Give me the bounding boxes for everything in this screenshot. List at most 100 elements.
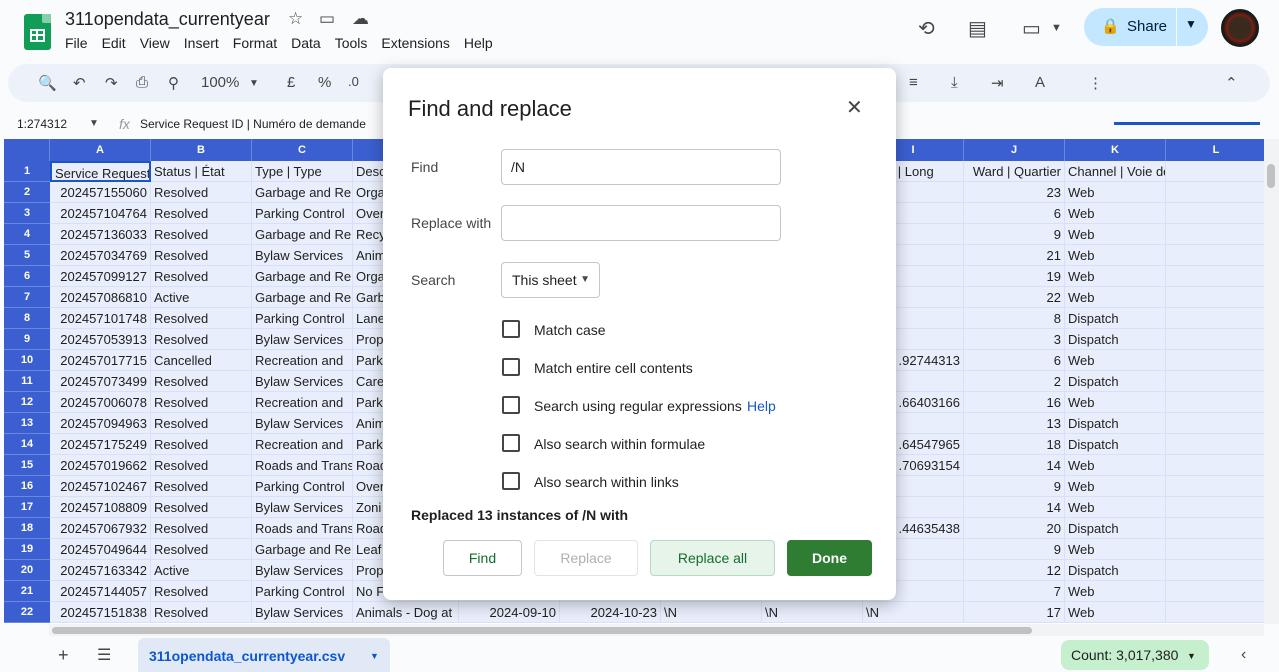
cell[interactable]: Resolved — [151, 203, 252, 224]
cell[interactable]: Resolved — [151, 434, 252, 455]
count-dropdown-icon[interactable]: ▼ — [1187, 651, 1196, 661]
cell[interactable] — [1166, 371, 1266, 392]
name-box-dropdown-icon[interactable]: ▼ — [89, 118, 99, 129]
text-rotation-icon[interactable]: A — [1035, 74, 1045, 91]
cell[interactable]: 22 — [964, 287, 1065, 308]
cell[interactable]: 202457099127 — [50, 266, 151, 287]
cell[interactable] — [1166, 518, 1266, 539]
cell[interactable]: 202457102467 — [50, 476, 151, 497]
column-header[interactable]: J — [964, 139, 1065, 161]
select-all-corner[interactable] — [4, 139, 50, 161]
cell[interactable] — [1166, 434, 1266, 455]
document-title[interactable]: 311opendata_currentyear — [65, 9, 270, 30]
cell[interactable]: 2024-10-23 — [560, 602, 661, 623]
cell[interactable]: Parking Control — [252, 476, 353, 497]
cell[interactable]: 20 — [964, 518, 1065, 539]
cell[interactable]: 16 — [964, 392, 1065, 413]
search-formulae-label[interactable]: Also search within formulae — [534, 436, 705, 452]
sheets-logo-icon[interactable] — [24, 14, 51, 50]
cell[interactable]: Resolved — [151, 182, 252, 203]
print-icon[interactable]: ⎙ — [136, 74, 148, 91]
cell[interactable]: 202457006078 — [50, 392, 151, 413]
cell[interactable]: Web — [1065, 497, 1166, 518]
cell[interactable] — [1166, 161, 1266, 182]
cell[interactable] — [1166, 203, 1266, 224]
replace-button[interactable]: Replace — [534, 540, 638, 576]
menu-insert[interactable]: Insert — [184, 35, 219, 51]
cell[interactable] — [1166, 308, 1266, 329]
currency-format-button[interactable]: £ — [287, 74, 295, 91]
cell[interactable]: 202457151838 — [50, 602, 151, 623]
row-header[interactable]: 10 — [4, 350, 50, 371]
cell[interactable]: 18 — [964, 434, 1065, 455]
cell[interactable] — [1166, 497, 1266, 518]
paint-format-icon[interactable]: ⚲ — [168, 74, 179, 92]
cell[interactable] — [1166, 266, 1266, 287]
column-header[interactable]: B — [151, 139, 252, 161]
cell[interactable]: Dispatch — [1065, 371, 1166, 392]
side-panel-toggle-icon[interactable]: ‹ — [1241, 646, 1246, 664]
cell[interactable]: Status | État — [151, 161, 252, 182]
cell[interactable] — [1166, 476, 1266, 497]
star-icon[interactable]: ☆ — [288, 9, 303, 29]
cell[interactable] — [1166, 392, 1266, 413]
cell[interactable]: Dispatch — [1065, 308, 1166, 329]
cell[interactable]: Bylaw Services — [252, 602, 353, 623]
cell[interactable]: 202457073499 — [50, 371, 151, 392]
cell[interactable]: Garbage and Re — [252, 287, 353, 308]
cell[interactable]: Web — [1065, 287, 1166, 308]
menu-tools[interactable]: Tools — [335, 35, 368, 51]
row-header[interactable]: 7 — [4, 287, 50, 308]
row-header[interactable]: 14 — [4, 434, 50, 455]
cell[interactable]: Web — [1065, 350, 1166, 371]
cell[interactable]: Active — [151, 287, 252, 308]
cell[interactable]: 7 — [964, 581, 1065, 602]
cell[interactable]: Channel | Voie de service — [1065, 161, 1166, 182]
cell[interactable] — [1166, 245, 1266, 266]
cell[interactable]: Bylaw Services — [252, 560, 353, 581]
menu-format[interactable]: Format — [233, 35, 277, 51]
cell[interactable]: Web — [1065, 455, 1166, 476]
cell[interactable]: Web — [1065, 245, 1166, 266]
row-header[interactable]: 5 — [4, 245, 50, 266]
cell[interactable]: 202457155060 — [50, 182, 151, 203]
cell[interactable]: Bylaw Services — [252, 245, 353, 266]
cell[interactable]: Garbage and Re — [252, 539, 353, 560]
cell[interactable]: Web — [1065, 581, 1166, 602]
cell[interactable]: 202457017715 — [50, 350, 151, 371]
all-sheets-icon[interactable]: ☰ — [97, 645, 111, 665]
match-entire-cell-checkbox[interactable] — [502, 358, 520, 376]
cell[interactable]: 8 — [964, 308, 1065, 329]
column-header[interactable]: C — [252, 139, 353, 161]
text-wrap-icon[interactable]: ⇥ — [991, 74, 1004, 92]
column-header[interactable]: A — [50, 139, 151, 161]
menu-help[interactable]: Help — [464, 35, 493, 51]
cell[interactable]: 9 — [964, 539, 1065, 560]
row-header[interactable]: 16 — [4, 476, 50, 497]
sheet-tab-dropdown-icon[interactable]: ▼ — [370, 651, 379, 661]
cell[interactable]: 202457144057 — [50, 581, 151, 602]
menu-file[interactable]: File — [65, 35, 88, 51]
column-header[interactable]: L — [1166, 139, 1266, 161]
cell[interactable]: Resolved — [151, 329, 252, 350]
replace-input[interactable] — [501, 205, 781, 241]
move-folder-icon[interactable]: ▭ — [319, 9, 335, 29]
horizontal-scroll-thumb[interactable] — [52, 627, 1032, 634]
more-options-icon[interactable]: ⋮ — [1088, 74, 1103, 92]
cell[interactable]: Roads and Trans — [252, 455, 353, 476]
cell[interactable]: Web — [1065, 182, 1166, 203]
cell[interactable]: Ward | Quartier — [964, 161, 1065, 182]
cell[interactable]: Bylaw Services — [252, 497, 353, 518]
cell[interactable]: Garbage and Re — [252, 224, 353, 245]
cell[interactable]: 202457108809 — [50, 497, 151, 518]
menu-view[interactable]: View — [140, 35, 170, 51]
meet-dropdown-icon[interactable]: ▼ — [1051, 22, 1062, 34]
cell[interactable]: Garbage and Re — [252, 266, 353, 287]
close-icon[interactable]: ✕ — [846, 95, 863, 120]
cloud-status-icon[interactable]: ☁ — [352, 9, 369, 29]
search-menus-icon[interactable]: 🔍 — [38, 74, 57, 92]
cell[interactable]: Bylaw Services — [252, 329, 353, 350]
cell[interactable]: Resolved — [151, 308, 252, 329]
cell[interactable]: Active — [151, 560, 252, 581]
cell[interactable]: 202457175249 — [50, 434, 151, 455]
